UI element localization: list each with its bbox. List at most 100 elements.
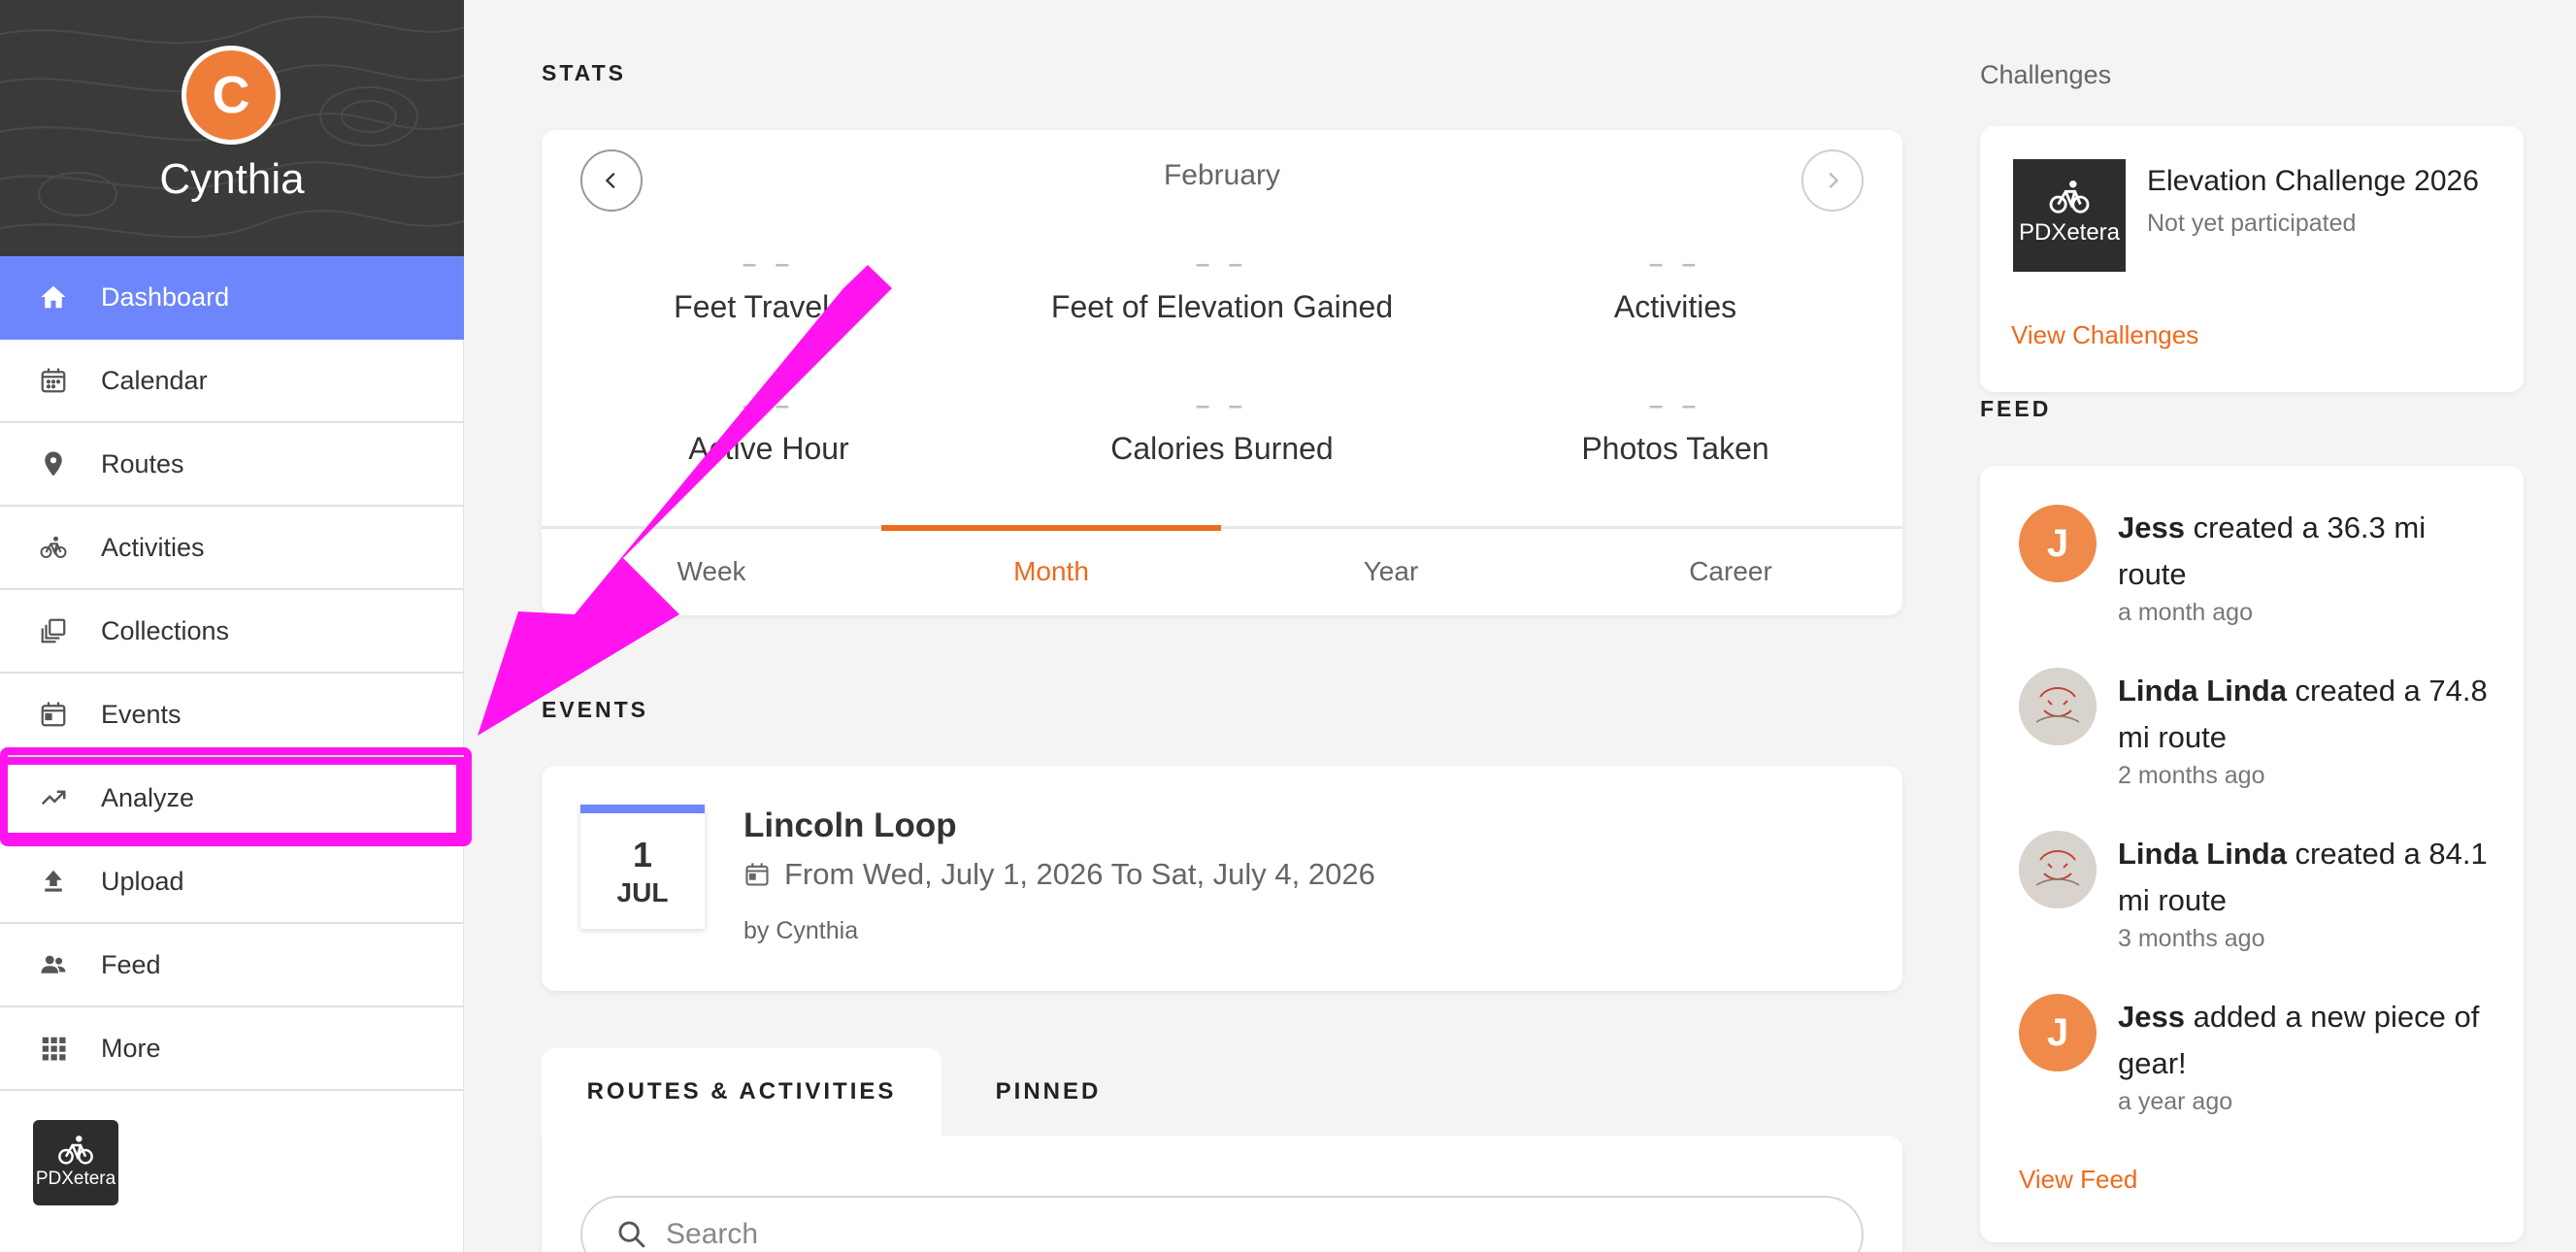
feed-time: 3 months ago [2118,925,2265,952]
home-icon [37,280,70,313]
stat-label: Feet Traveled [674,289,864,324]
sidebar-item-label: Collections [101,615,230,645]
feed-text: Linda Linda created a 84.1 mi route 3 mo… [2118,831,2496,953]
sidebar-item-label: Routes [101,448,184,478]
sidebar-item-feed[interactable]: Feed [0,924,464,1007]
view-feed-link[interactable]: View Feed [2019,1165,2137,1195]
sidebar-item-activities[interactable]: Activities [0,507,464,590]
feed-text: Jess created a 36.3 mi route a month ago [2118,505,2496,627]
stat-label: Calories Burned [1110,431,1334,466]
stat-value: – – [1648,248,1702,278]
event-date-badge: 1 JUL [580,805,705,929]
stats-card: February – – Feet Traveled – – Feet of E… [542,130,1902,615]
stat-label: Activities [1613,289,1737,324]
sidebar-item-events[interactable]: Events [0,674,464,757]
routes-activities-panel [542,1136,1902,1252]
search-box[interactable] [580,1196,1864,1252]
user-avatar[interactable]: C [182,46,281,145]
sidebar-item-label: Upload [101,866,184,896]
month-label: February [1163,159,1281,191]
sidebar-item-collections[interactable]: Collections [0,590,464,674]
avatar[interactable]: J [2019,505,2097,582]
brand-logo[interactable]: PDXetera [33,1120,118,1205]
events-title: EVENTS [542,697,649,722]
challenges-title: Challenges [1980,60,2112,89]
sidebar-item-label: More [101,1033,161,1063]
event-day: 1 [632,835,653,874]
feed-text: Jess added a new piece of gear! a year a… [2118,994,2496,1116]
sidebar-item-routes[interactable]: Routes [0,423,464,507]
feed-time: a month ago [2118,599,2253,626]
feed-user[interactable]: Jess [2118,511,2185,544]
sketch-avatar-icon [2019,831,2097,908]
tab-career[interactable]: Career [1561,529,1900,618]
tab-pinned[interactable]: PINNED [951,1048,1145,1136]
bike-icon [58,1136,93,1165]
pin-icon [37,447,70,480]
sidebar-item-label: Analyze [101,782,195,812]
event-dates: From Wed, July 1, 2026 To Sat, July 4, 2… [743,857,1375,892]
stat-label: Photos Taken [1581,431,1769,466]
feed-time: 2 months ago [2118,762,2265,789]
upload-icon [37,865,70,898]
avatar[interactable]: J [2019,994,2097,1071]
stat-value: – – [1648,390,1702,419]
sidebar-item-upload[interactable]: Upload [0,840,464,924]
stat-calories-burned: – – Calories Burned [995,390,1449,467]
stat-activities: – – Activities [1448,248,1902,325]
feed-title: FEED [1980,396,2052,421]
bike-icon [2049,180,2090,214]
sidebar-item-analyze[interactable]: Analyze [0,757,464,840]
event-organizer: by Cynthia [743,917,859,944]
calendar-icon [37,364,70,397]
event-title[interactable]: Lincoln Loop [743,807,957,845]
people-icon [37,948,70,981]
avatar[interactable] [2019,668,2097,745]
sidebar-item-dashboard[interactable]: Dashboard [0,256,464,340]
stats-period-tabs: Week Month Year Career [542,525,1902,618]
tab-week[interactable]: Week [542,529,881,618]
feed-user[interactable]: Linda Linda [2118,837,2287,871]
stat-value: – – [1195,390,1249,419]
search-icon [618,1221,645,1248]
sidebar-nav: Dashboard Calendar Routes Activities Col… [0,256,464,1091]
user-name[interactable]: Cynthia [0,155,464,204]
challenge-status: Not yet participated [2147,210,2357,237]
stat-label: Active Hour [688,431,849,466]
sidebar-item-label: Feed [101,949,161,979]
next-month-button[interactable] [1801,149,1864,212]
grid-icon [37,1032,70,1065]
sidebar-item-more[interactable]: More [0,1007,464,1091]
stat-value: – – [742,248,796,278]
chevron-right-icon [1829,172,1839,189]
challenge-logo[interactable]: PDXetera [2013,159,2126,272]
sidebar-item-label: Dashboard [101,281,230,312]
feed-text: Linda Linda created a 74.8 mi route 2 mo… [2118,668,2496,790]
stat-photos-taken: – – Photos Taken [1448,390,1902,467]
search-input[interactable] [666,1218,1734,1251]
feed-card: J Jess created a 36.3 mi route a month a… [1980,466,2524,1242]
feed-user[interactable]: Linda Linda [2118,674,2287,708]
tab-year[interactable]: Year [1221,529,1561,618]
bike-icon [37,531,70,564]
collections-icon [37,614,70,647]
tab-routes-activities[interactable]: ROUTES & ACTIVITIES [542,1048,941,1136]
view-challenges-link[interactable]: View Challenges [2011,320,2198,350]
event-dates-text: From Wed, July 1, 2026 To Sat, July 4, 2… [784,857,1375,891]
sidebar-item-calendar[interactable]: Calendar [0,340,464,423]
brand-name: PDXetera [35,1169,116,1189]
feed-time: a year ago [2118,1088,2233,1115]
sidebar-item-label: Events [101,699,182,729]
sidebar-item-label: Activities [101,532,205,562]
feed-user[interactable]: Jess [2118,1000,2185,1034]
event-card[interactable]: 1 JUL Lincoln Loop From Wed, July 1, 202… [542,766,1902,991]
avatar[interactable] [2019,831,2097,908]
profile-header: C Cynthia [0,0,464,256]
challenge-name[interactable]: Elevation Challenge 2026 [2147,165,2479,198]
stat-feet-traveled: – – Feet Traveled [542,248,996,325]
trend-icon [37,781,70,814]
challenge-card: PDXetera Elevation Challenge 2026 Not ye… [1980,126,2524,392]
stat-value: – – [742,390,796,419]
tab-month[interactable]: Month [881,525,1221,614]
sidebar-item-label: Calendar [101,365,208,395]
